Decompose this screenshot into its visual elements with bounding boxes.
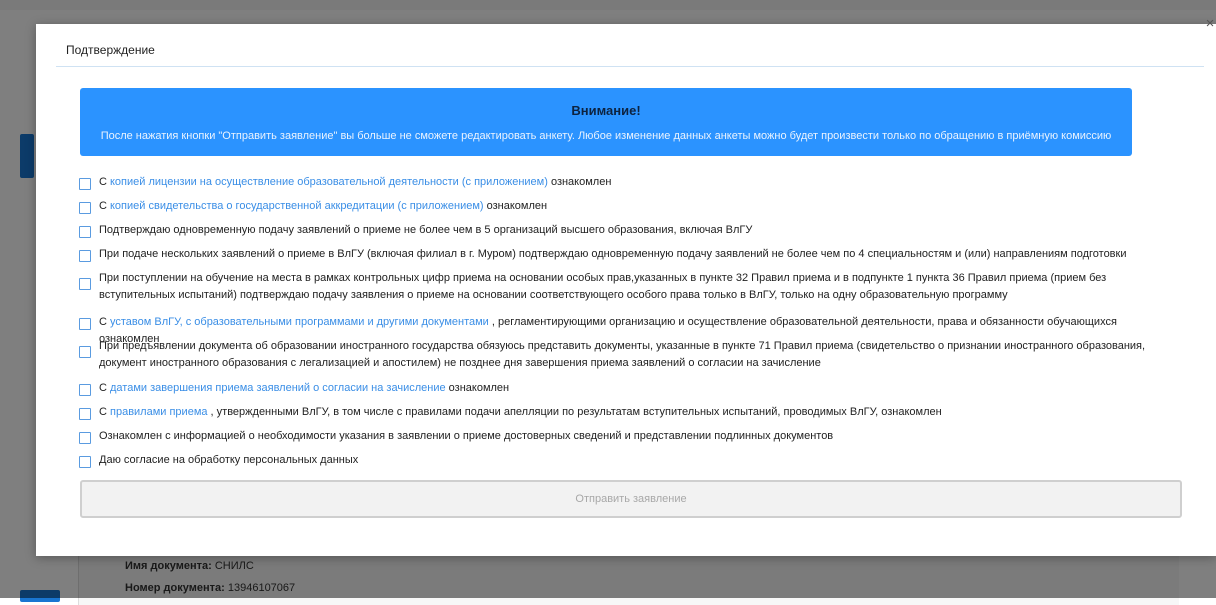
agreement-text: При поступлении на обучение на места в р… bbox=[99, 270, 1179, 304]
alert-text: После нажатия кнопки "Отправить заявлени… bbox=[100, 130, 1112, 142]
modal-title: Подтверждение bbox=[66, 43, 155, 57]
agreement-document-link[interactable]: датами завершения приема заявлений о сог… bbox=[110, 382, 446, 394]
agreement-text-pre: При поступлении на обучение на места в р… bbox=[99, 272, 1107, 301]
agreement-text-post: ознакомлен bbox=[483, 200, 548, 212]
agreement-text-pre: С bbox=[99, 382, 110, 394]
agreement-text-pre: С bbox=[99, 200, 110, 212]
agreement-checkbox[interactable] bbox=[79, 318, 91, 330]
agreement-document-link[interactable]: копией свидетельства о государственной а… bbox=[110, 200, 484, 212]
agreement-checkbox[interactable] bbox=[79, 178, 91, 190]
agreement-checkbox[interactable] bbox=[79, 432, 91, 444]
agreement-checkbox[interactable] bbox=[79, 346, 91, 358]
agreement-text: Ознакомлен с информацией о необходимости… bbox=[99, 428, 1179, 445]
modal-divider bbox=[56, 66, 1204, 67]
agreement-text-pre: Даю согласие на обработку персональных д… bbox=[99, 454, 359, 466]
agreement-checkbox[interactable] bbox=[79, 384, 91, 396]
agreement-checkbox[interactable] bbox=[79, 226, 91, 238]
agreement-checkbox[interactable] bbox=[79, 278, 91, 290]
agreement-text-post: ознакомлен bbox=[445, 382, 510, 394]
confirmation-modal: Подтверждение Внимание! После нажатия кн… bbox=[36, 24, 1216, 556]
agreement-text: Даю согласие на обработку персональных д… bbox=[99, 452, 1179, 469]
agreement-text-pre: Ознакомлен с информацией о необходимости… bbox=[99, 430, 834, 442]
submit-application-button[interactable]: Отправить заявление bbox=[80, 480, 1182, 518]
agreement-text: Подтверждаю одновременную подачу заявлен… bbox=[99, 222, 1179, 239]
agreement-text: С копией лицензии на осуществление образ… bbox=[99, 174, 1179, 191]
agreement-text: При предъявлении документа об образовани… bbox=[99, 338, 1179, 372]
agreement-document-link[interactable]: уставом ВлГУ, с образовательными програм… bbox=[110, 316, 489, 328]
agreement-text-pre: С bbox=[99, 176, 110, 188]
agreement-text-pre: При предъявлении документа об образовани… bbox=[99, 340, 1146, 369]
agreement-text-post: ознакомлен bbox=[547, 176, 612, 188]
agreement-text-post: , утвержденными ВлГУ, в том числе с прав… bbox=[207, 406, 942, 418]
agreement-document-link[interactable]: правилами приема bbox=[110, 406, 208, 418]
agreement-checkbox[interactable] bbox=[79, 250, 91, 262]
agreement-text-pre: При подаче нескольких заявлений о приеме… bbox=[99, 248, 1127, 260]
agreement-text-pre: Подтверждаю одновременную подачу заявлен… bbox=[99, 224, 753, 236]
warning-alert: Внимание! После нажатия кнопки "Отправит… bbox=[80, 88, 1132, 156]
agreement-checkbox[interactable] bbox=[79, 408, 91, 420]
agreement-text: С копией свидетельства о государственной… bbox=[99, 198, 1179, 215]
agreement-document-link[interactable]: копией лицензии на осуществление образов… bbox=[110, 176, 548, 188]
agreement-text: При подаче нескольких заявлений о приеме… bbox=[99, 246, 1179, 263]
agreement-checkbox[interactable] bbox=[79, 456, 91, 468]
close-icon[interactable]: × bbox=[1203, 16, 1216, 32]
agreement-text: С датами завершения приема заявлений о с… bbox=[99, 380, 1179, 397]
alert-title: Внимание! bbox=[571, 103, 641, 118]
agreement-text-pre: С bbox=[99, 316, 110, 328]
agreement-text-pre: С bbox=[99, 406, 110, 418]
agreement-checkbox[interactable] bbox=[79, 202, 91, 214]
agreement-text: С правилами приема , утвержденными ВлГУ,… bbox=[99, 404, 1179, 421]
